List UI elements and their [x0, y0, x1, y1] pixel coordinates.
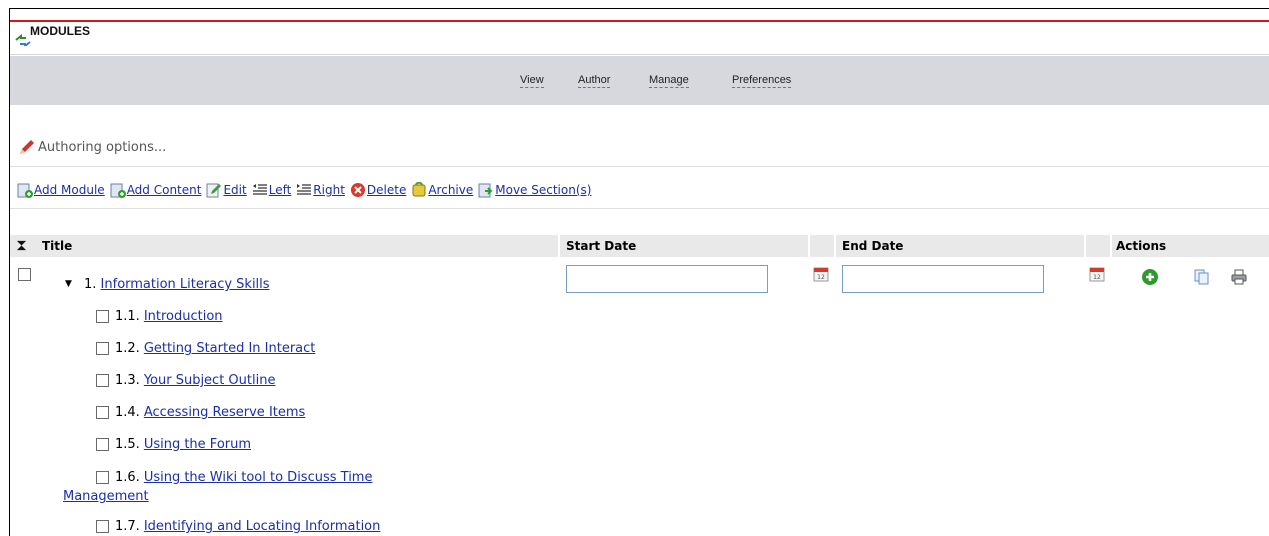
delete-icon: [350, 183, 365, 197]
section-link[interactable]: Identifying and Locating Information: [144, 519, 381, 534]
edit-button[interactable]: Edit: [206, 182, 247, 198]
column-title: Title: [42, 239, 73, 253]
tab-author[interactable]: Author: [578, 74, 611, 88]
pencil-icon: [20, 140, 34, 154]
archive-icon: [412, 182, 426, 197]
add-module-label: Add Module: [34, 183, 105, 197]
section-link[interactable]: Getting Started In Interact: [144, 341, 316, 356]
move-sections-button[interactable]: Move Section(s): [478, 182, 591, 198]
tab-bar: View Author Manage Preferences: [10, 56, 1269, 105]
list-item: 1.5. Using the Forum: [96, 437, 251, 452]
section-link[interactable]: Accessing Reserve Items: [144, 405, 306, 420]
start-date-calendar-icon[interactable]: 12: [812, 265, 830, 283]
tab-manage[interactable]: Manage: [649, 74, 689, 88]
move-section-icon: [478, 183, 493, 198]
svg-text:12: 12: [817, 274, 825, 281]
authoring-options[interactable]: Authoring options...: [18, 138, 166, 156]
add-content-icon: [110, 183, 126, 198]
edit-icon: [206, 183, 222, 198]
section-checkbox[interactable]: [96, 342, 109, 355]
archive-label: Archive: [428, 183, 474, 197]
modules-title: MODULES: [30, 24, 90, 38]
column-separator: [808, 235, 810, 257]
section-number: 1.7.: [115, 519, 140, 534]
add-content-button[interactable]: Add Content: [110, 182, 202, 198]
tab-view[interactable]: View: [520, 74, 544, 88]
indent-left-label: Left: [268, 183, 292, 197]
divider: [10, 208, 1269, 209]
print-icon[interactable]: [1230, 268, 1248, 286]
column-start-date: Start Date: [566, 239, 637, 253]
column-end-date: End Date: [842, 239, 904, 253]
section-link[interactable]: Your Subject Outline: [144, 373, 276, 388]
module-title-row: 1. Information Literacy Skills: [84, 277, 270, 292]
indent-right-button[interactable]: Right: [296, 182, 345, 198]
section-number: 1.1.: [115, 309, 140, 324]
archive-button[interactable]: Archive: [411, 182, 473, 198]
add-module-icon: [17, 183, 33, 198]
module-checkbox[interactable]: [18, 268, 31, 281]
add-module-button[interactable]: Add Module: [17, 182, 105, 198]
delete-label: Delete: [366, 183, 407, 197]
column-separator: [558, 235, 560, 257]
section-link[interactable]: Introduction: [144, 309, 223, 324]
svg-text:12: 12: [1093, 274, 1101, 281]
section-checkbox[interactable]: [96, 520, 109, 533]
move-sections-label: Move Section(s): [495, 183, 592, 197]
module-title-link[interactable]: Information Literacy Skills: [101, 277, 270, 292]
section-number: 1.4.: [115, 405, 140, 420]
table-header: Title Start Date End Date Actions: [10, 235, 1269, 257]
section-number: 1.3.: [115, 373, 140, 388]
section-checkbox[interactable]: [96, 374, 109, 387]
section-checkbox[interactable]: [96, 471, 109, 484]
copy-icon[interactable]: [1193, 268, 1211, 286]
indent-right-icon: [297, 184, 312, 195]
end-date-calendar-icon[interactable]: 12: [1088, 265, 1106, 283]
section-link-continued[interactable]: Management: [63, 489, 149, 504]
collapse-arrow-icon[interactable]: ▼: [65, 279, 72, 289]
section-number: 1.5.: [115, 437, 140, 452]
section-link[interactable]: Using the Forum: [144, 437, 251, 452]
indent-left-button[interactable]: Left: [252, 182, 292, 198]
list-item: 1.3. Your Subject Outline: [96, 373, 275, 388]
divider: [10, 166, 1269, 167]
start-date-input[interactable]: [566, 265, 768, 293]
modules-header: MODULES: [10, 22, 1269, 55]
authoring-toolbar: Add Module Add Content Edit Left Right D…: [17, 182, 596, 198]
hourglass-icon[interactable]: [16, 240, 27, 251]
section-number: 1.2.: [115, 341, 140, 356]
column-separator: [1084, 235, 1086, 257]
list-item: 1.7. Identifying and Locating Information: [96, 519, 380, 534]
section-checkbox[interactable]: [96, 310, 109, 323]
list-item: 1.4. Accessing Reserve Items: [96, 405, 305, 420]
section-checkbox[interactable]: [96, 438, 109, 451]
section-link[interactable]: Using the Wiki tool to Discuss Time: [144, 470, 373, 485]
delete-button[interactable]: Delete: [350, 182, 406, 198]
authoring-options-label: Authoring options...: [38, 139, 167, 155]
add-content-label: Add Content: [126, 183, 202, 197]
column-actions: Actions: [1116, 239, 1167, 253]
list-item: 1.6. Using the Wiki tool to Discuss Time: [96, 470, 372, 485]
section-number: 1.6.: [115, 470, 140, 485]
column-separator: [834, 235, 836, 257]
add-icon[interactable]: [1141, 268, 1159, 286]
list-item: 1.2. Getting Started In Interact: [96, 341, 315, 356]
tab-preferences[interactable]: Preferences: [732, 74, 792, 88]
indent-right-label: Right: [313, 183, 345, 197]
modules-panel: MODULES View Author Manage Preferences A…: [9, 8, 1269, 536]
list-item: 1.1. Introduction: [96, 309, 223, 324]
module-number: 1.: [84, 277, 97, 292]
edit-label: Edit: [223, 183, 247, 197]
column-separator: [1110, 235, 1112, 257]
section-checkbox[interactable]: [96, 406, 109, 419]
indent-left-icon: [252, 184, 267, 195]
end-date-input[interactable]: [842, 265, 1044, 293]
